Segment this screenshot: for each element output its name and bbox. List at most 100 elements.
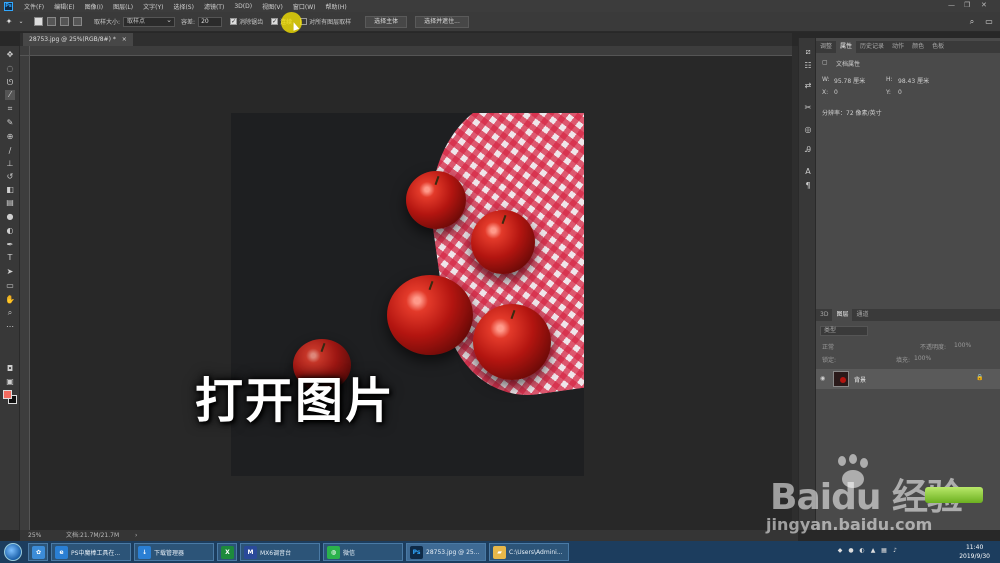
menu-edit[interactable]: 编辑(E) [49, 2, 79, 11]
tab-history[interactable]: 历史记录 [856, 41, 888, 53]
menu-file[interactable]: 文件(F) [19, 2, 49, 11]
document-tab[interactable]: 28753.jpg @ 25%(RGB/8#) * × [23, 33, 133, 46]
status-arrow-icon[interactable]: › [135, 530, 137, 541]
path-selection-tool-icon[interactable]: ➤ [5, 267, 15, 277]
lasso-tool-icon[interactable]: ᘎ [5, 78, 15, 88]
tab-layers[interactable]: 图层 [832, 309, 853, 321]
chevron-down-icon[interactable]: ⌄ [18, 17, 24, 27]
tab-properties[interactable]: 属性 [836, 41, 857, 53]
menu-filter[interactable]: 滤镜(T) [199, 2, 229, 11]
taskbar-clock[interactable]: 11:40 2019/9/30 [959, 543, 990, 561]
restore-icon[interactable]: ❐ [964, 1, 970, 9]
x-value[interactable]: 0 [834, 89, 838, 96]
sample-size-select[interactable]: 取样点 [123, 16, 176, 27]
quick-mask-icon[interactable]: ◘ [5, 364, 15, 374]
tolerance-input[interactable]: 20 [198, 16, 223, 27]
layer-name[interactable]: 背景 [854, 375, 866, 384]
start-button[interactable] [4, 543, 22, 561]
eyedropper-tool-icon[interactable]: ✎ [5, 118, 15, 128]
layer-row[interactable]: ◉ 背景 🔒 [816, 369, 1000, 389]
close-icon[interactable]: ✕ [981, 1, 987, 9]
magic-wand-tool-icon[interactable]: ⁄ [5, 90, 15, 100]
add-selection-icon[interactable] [47, 17, 56, 26]
taskbar-item[interactable]: M MX6调音台 [240, 543, 320, 561]
clone-stamp-tool-icon[interactable]: ⊥ [5, 159, 15, 169]
properties-icon[interactable]: ☷ [802, 60, 814, 72]
fill-value[interactable]: 100% [914, 355, 931, 362]
opacity-value[interactable]: 100% [954, 342, 971, 349]
tab-3d[interactable]: 3D [816, 309, 832, 321]
crop-tool-icon[interactable]: ⌗ [5, 104, 15, 114]
healing-brush-tool-icon[interactable]: ⊕ [5, 132, 15, 142]
adjustments-icon[interactable]: ⧄ [802, 46, 814, 58]
select-subject-button[interactable]: 选择主体 [365, 15, 408, 28]
horizontal-ruler[interactable] [30, 46, 792, 56]
type-tool-icon[interactable]: T [5, 253, 15, 263]
tools-icon[interactable]: ✂ [802, 102, 814, 114]
tab-adjustments[interactable]: 调整 [816, 41, 836, 53]
taskbar-item[interactable]: ▰ C:\Users\Admini... [489, 543, 569, 561]
taskbar-item[interactable]: ↓ 下载管理器 [134, 543, 214, 561]
paragraph-icon[interactable]: ¶ [802, 180, 814, 192]
more-tools-icon[interactable]: ⋯ [5, 322, 15, 332]
swatches-icon[interactable]: ◎ [802, 124, 814, 136]
antialias-checkbox[interactable]: ✓ [230, 18, 238, 25]
magic-wand-icon[interactable]: ✦ [4, 17, 14, 27]
tab-color[interactable]: 颜色 [908, 41, 928, 53]
workspace-icon[interactable]: ▭ [984, 17, 994, 27]
brush-tool-icon[interactable]: ∕ [5, 146, 15, 156]
document-tab-close-icon[interactable]: × [122, 36, 127, 43]
menu-type[interactable]: 文字(Y) [138, 2, 168, 11]
network-icon[interactable]: ▦ [880, 547, 888, 555]
eraser-tool-icon[interactable]: ◧ [5, 185, 15, 195]
new-selection-icon[interactable] [34, 17, 43, 26]
menu-help[interactable]: 帮助(H) [321, 2, 352, 11]
rectangle-tool-icon[interactable]: ▭ [5, 281, 15, 291]
tray-icon[interactable]: ◆ [836, 547, 844, 555]
volume-icon[interactable]: ♪ [891, 547, 899, 555]
taskbar-item[interactable]: X [217, 543, 237, 561]
character-icon[interactable]: A [802, 166, 814, 178]
taskbar-quicklaunch[interactable]: ✿ [28, 543, 48, 561]
history-icon[interactable]: ⇄ [802, 80, 814, 92]
intersect-selection-icon[interactable] [73, 17, 82, 26]
taskbar-item[interactable]: ◍ 微信 [323, 543, 403, 561]
zoom-tool-icon[interactable]: ⌕ [5, 308, 15, 318]
tab-swatches[interactable]: 色板 [928, 41, 948, 53]
layer-kind-filter[interactable]: 类型 [820, 326, 868, 336]
tray-icon[interactable]: ● [847, 547, 855, 555]
move-tool-icon[interactable]: ✥ [5, 50, 15, 60]
vertical-ruler[interactable] [20, 56, 30, 530]
dodge-tool-icon[interactable]: ◐ [5, 226, 15, 236]
taskbar-item-active[interactable]: Ps 28753.jpg @ 25... [406, 543, 486, 561]
menu-window[interactable]: 窗口(W) [288, 2, 321, 11]
menu-layer[interactable]: 图层(L) [108, 2, 138, 11]
minimize-icon[interactable]: — [948, 1, 955, 9]
gradient-tool-icon[interactable]: ▤ [5, 198, 15, 208]
subtract-selection-icon[interactable] [60, 17, 69, 26]
contiguous-checkbox[interactable]: ✓ [271, 18, 279, 25]
y-value[interactable]: 0 [898, 89, 902, 96]
taskbar-item[interactable]: e PS中魔棒工具在... [51, 543, 131, 561]
eye-icon[interactable]: ◉ [820, 375, 825, 382]
menu-select[interactable]: 选择(S) [168, 2, 199, 11]
glyphs-icon[interactable]: Ꭿ [802, 144, 814, 156]
tab-actions[interactable]: 动作 [888, 41, 908, 53]
blur-tool-icon[interactable]: ● [5, 212, 15, 222]
hand-tool-icon[interactable]: ✋ [5, 295, 15, 305]
menu-view[interactable]: 视图(V) [257, 2, 288, 11]
tray-icon[interactable]: ▲ [869, 547, 877, 555]
search-icon[interactable]: ⌕ [967, 17, 977, 27]
menu-3d[interactable]: 3D(D) [229, 3, 257, 10]
tab-channels[interactable]: 通道 [852, 309, 872, 321]
tray-icon[interactable]: ◐ [858, 547, 866, 555]
marquee-tool-icon[interactable]: ◌ [5, 64, 15, 74]
width-value[interactable]: 95.78 厘米 [834, 76, 865, 85]
foreground-color-swatch[interactable] [3, 390, 12, 399]
history-brush-tool-icon[interactable]: ↺ [5, 172, 15, 182]
select-and-mask-button[interactable]: 选择并遮住... [415, 15, 469, 28]
pen-tool-icon[interactable]: ✒ [5, 240, 15, 250]
height-value[interactable]: 98.43 厘米 [898, 76, 929, 85]
menu-image[interactable]: 图像(I) [80, 2, 108, 11]
screen-mode-icon[interactable]: ▣ [5, 377, 15, 387]
